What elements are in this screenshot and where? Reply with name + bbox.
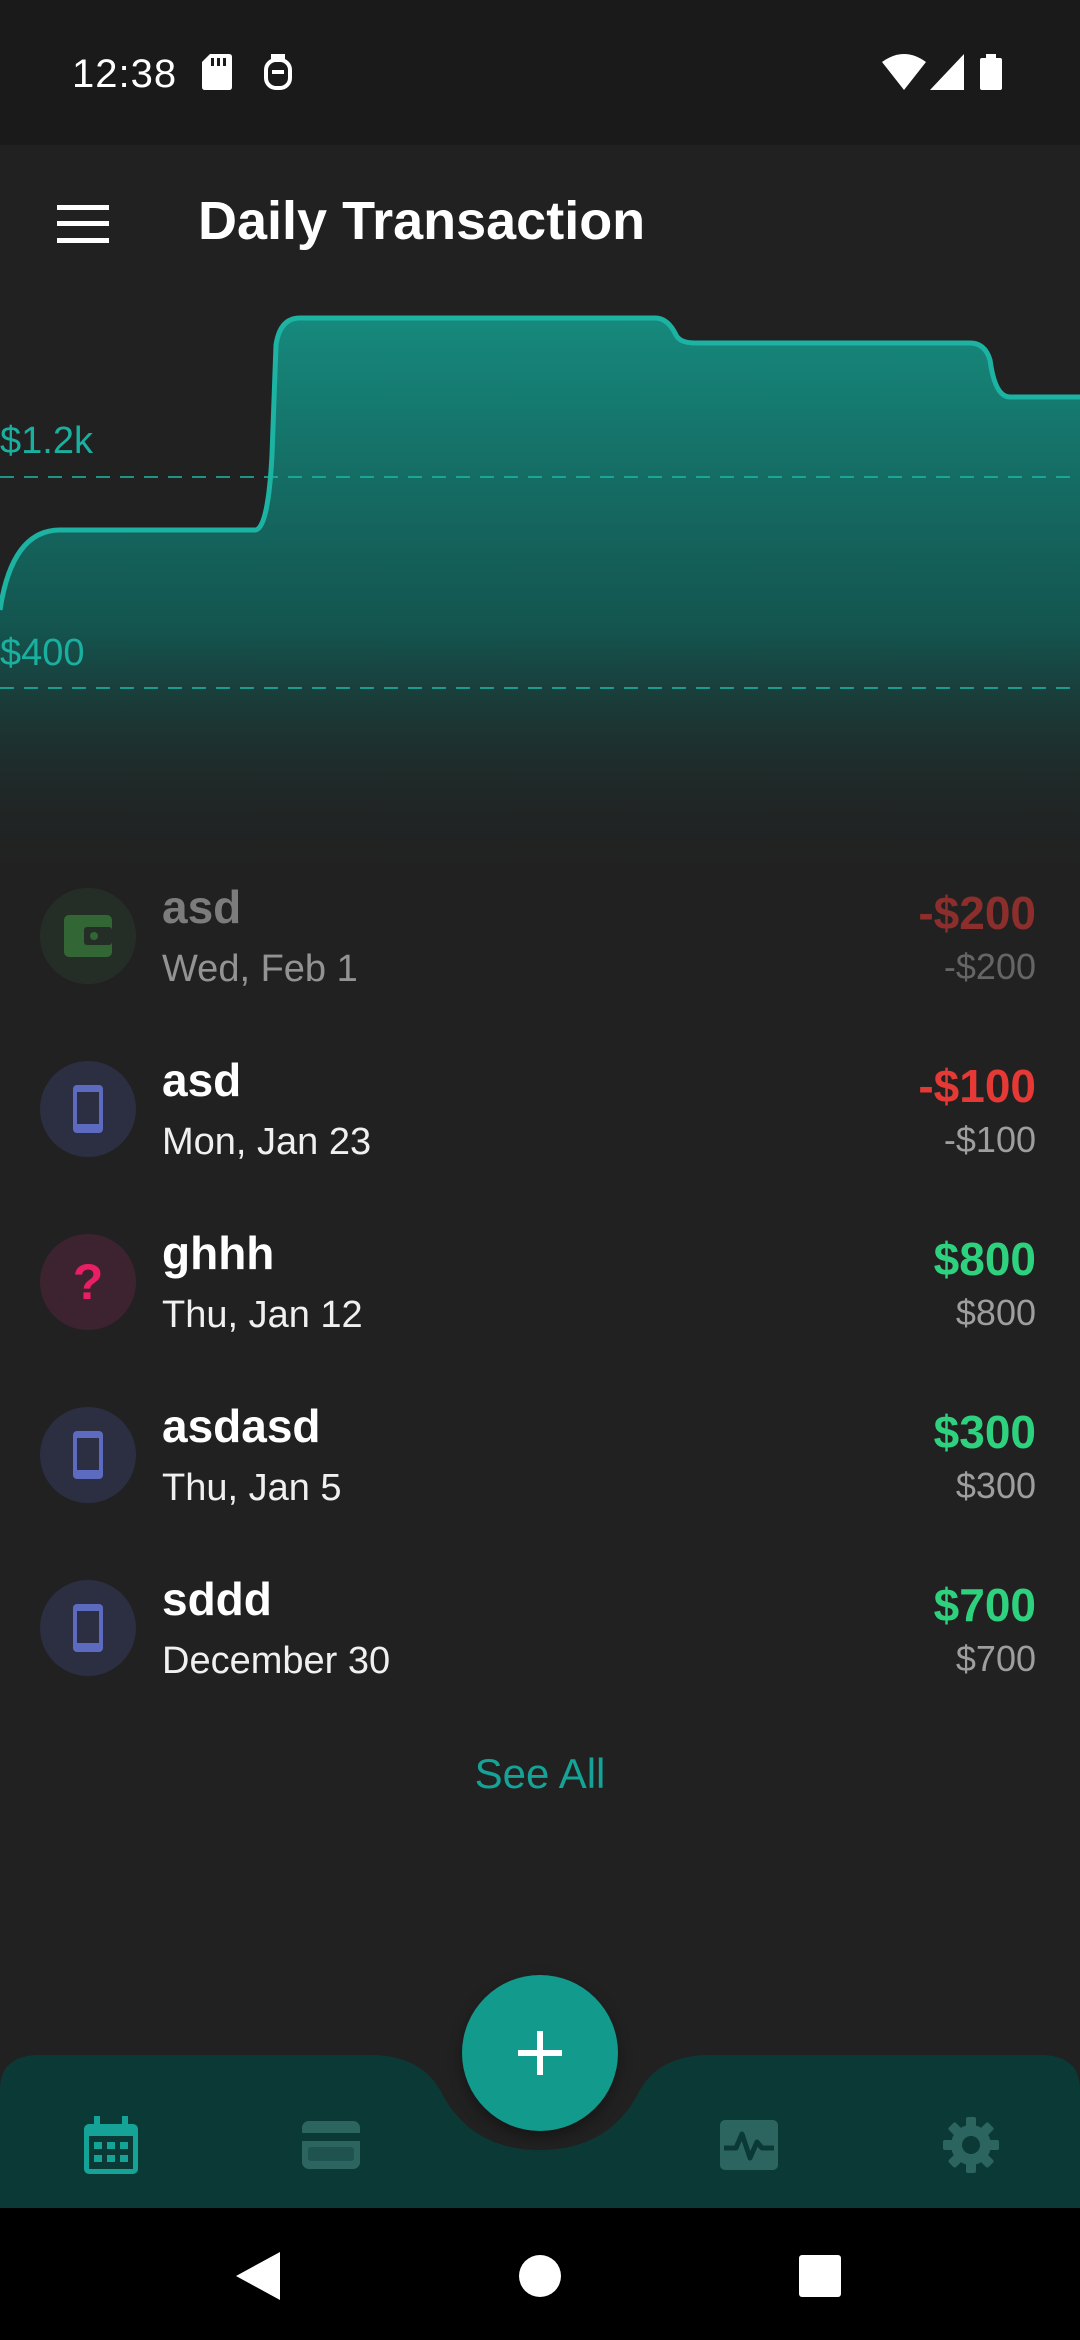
transaction-name: ghhh <box>162 1227 275 1279</box>
list-item[interactable]: asd Mon, Jan 23 -$100 -$100 <box>0 1023 1080 1196</box>
list-item[interactable]: asdasd Thu, Jan 5 $300 $300 <box>0 1369 1080 1542</box>
list-item[interactable]: asd Wed, Feb 1 -$200 -$200 <box>0 850 1080 1023</box>
transaction-sub-amount: $700 <box>955 1638 1036 1679</box>
nav-wallet[interactable] <box>286 2100 376 2190</box>
wallet-icon <box>40 888 136 984</box>
transaction-amount: $300 <box>933 1406 1036 1458</box>
back-icon <box>236 2252 280 2300</box>
menu-button[interactable] <box>40 181 126 267</box>
transaction-date: Thu, Jan 5 <box>162 1467 342 1509</box>
question-icon: ? <box>40 1234 136 1330</box>
transaction-list: asd Wed, Feb 1 -$200 -$200 asd Mon, Jan … <box>0 850 1080 1715</box>
add-icon <box>518 2031 562 2075</box>
signal-icon <box>930 54 964 95</box>
chart-area <box>0 318 1080 885</box>
transaction-date: Thu, Jan 12 <box>162 1294 363 1336</box>
transaction-date: Wed, Feb 1 <box>162 948 358 990</box>
transaction-sub-amount: -$100 <box>943 1119 1036 1160</box>
transaction-name: asdasd <box>162 1400 321 1452</box>
transaction-sub-amount: $300 <box>955 1465 1036 1506</box>
transaction-date: December 30 <box>162 1640 391 1682</box>
calendar-icon <box>84 2116 138 2174</box>
transaction-name: asd <box>162 1054 242 1106</box>
home-icon <box>519 2255 561 2297</box>
transaction-sub-amount: -$200 <box>943 946 1036 987</box>
transaction-name: sddd <box>162 1573 272 1625</box>
wallet-card-icon <box>302 2121 360 2169</box>
nav-calendar[interactable] <box>66 2100 156 2190</box>
status-time: 12:38 <box>72 52 178 96</box>
activity-icon <box>720 2120 778 2170</box>
transaction-amount: $700 <box>933 1579 1036 1631</box>
list-item[interactable]: sddd December 30 $700 $700 <box>0 1542 1080 1715</box>
home-button[interactable] <box>508 2244 572 2308</box>
status-bar: 12:38 <box>0 0 1080 145</box>
chart-label-low: $400 <box>0 632 85 674</box>
menu-icon <box>57 205 109 243</box>
recents-icon <box>799 2255 841 2297</box>
transaction-amount: -$200 <box>918 887 1036 939</box>
phone-icon <box>40 1580 136 1676</box>
nav-settings[interactable] <box>926 2100 1016 2190</box>
wifi-icon <box>882 54 926 95</box>
transaction-amount: $800 <box>933 1233 1036 1285</box>
recents-button[interactable] <box>788 2244 852 2308</box>
system-nav-bar <box>0 2208 1080 2340</box>
list-item[interactable]: ? ghhh Thu, Jan 12 $800 $800 <box>0 1196 1080 1369</box>
page-title: Daily Transaction <box>198 191 646 251</box>
app-bar: Daily Transaction <box>0 145 1080 305</box>
chart-label-high: $1.2k <box>0 420 93 462</box>
device-icon <box>262 54 294 97</box>
battery-icon <box>980 54 1002 95</box>
phone-icon <box>40 1407 136 1503</box>
sd-card-icon <box>202 54 232 95</box>
see-all-button[interactable]: See All <box>0 1750 1080 1798</box>
balance-chart: $1.2k $400 <box>0 305 1080 885</box>
add-transaction-button[interactable] <box>462 1975 618 2131</box>
transaction-amount: -$100 <box>918 1060 1036 1112</box>
nav-activity[interactable] <box>704 2100 794 2190</box>
settings-icon <box>943 2117 999 2173</box>
transaction-sub-amount: $800 <box>955 1292 1036 1333</box>
back-button[interactable] <box>226 2244 290 2308</box>
phone-icon <box>40 1061 136 1157</box>
transaction-date: Mon, Jan 23 <box>162 1121 372 1163</box>
transaction-name: asd <box>162 881 242 933</box>
